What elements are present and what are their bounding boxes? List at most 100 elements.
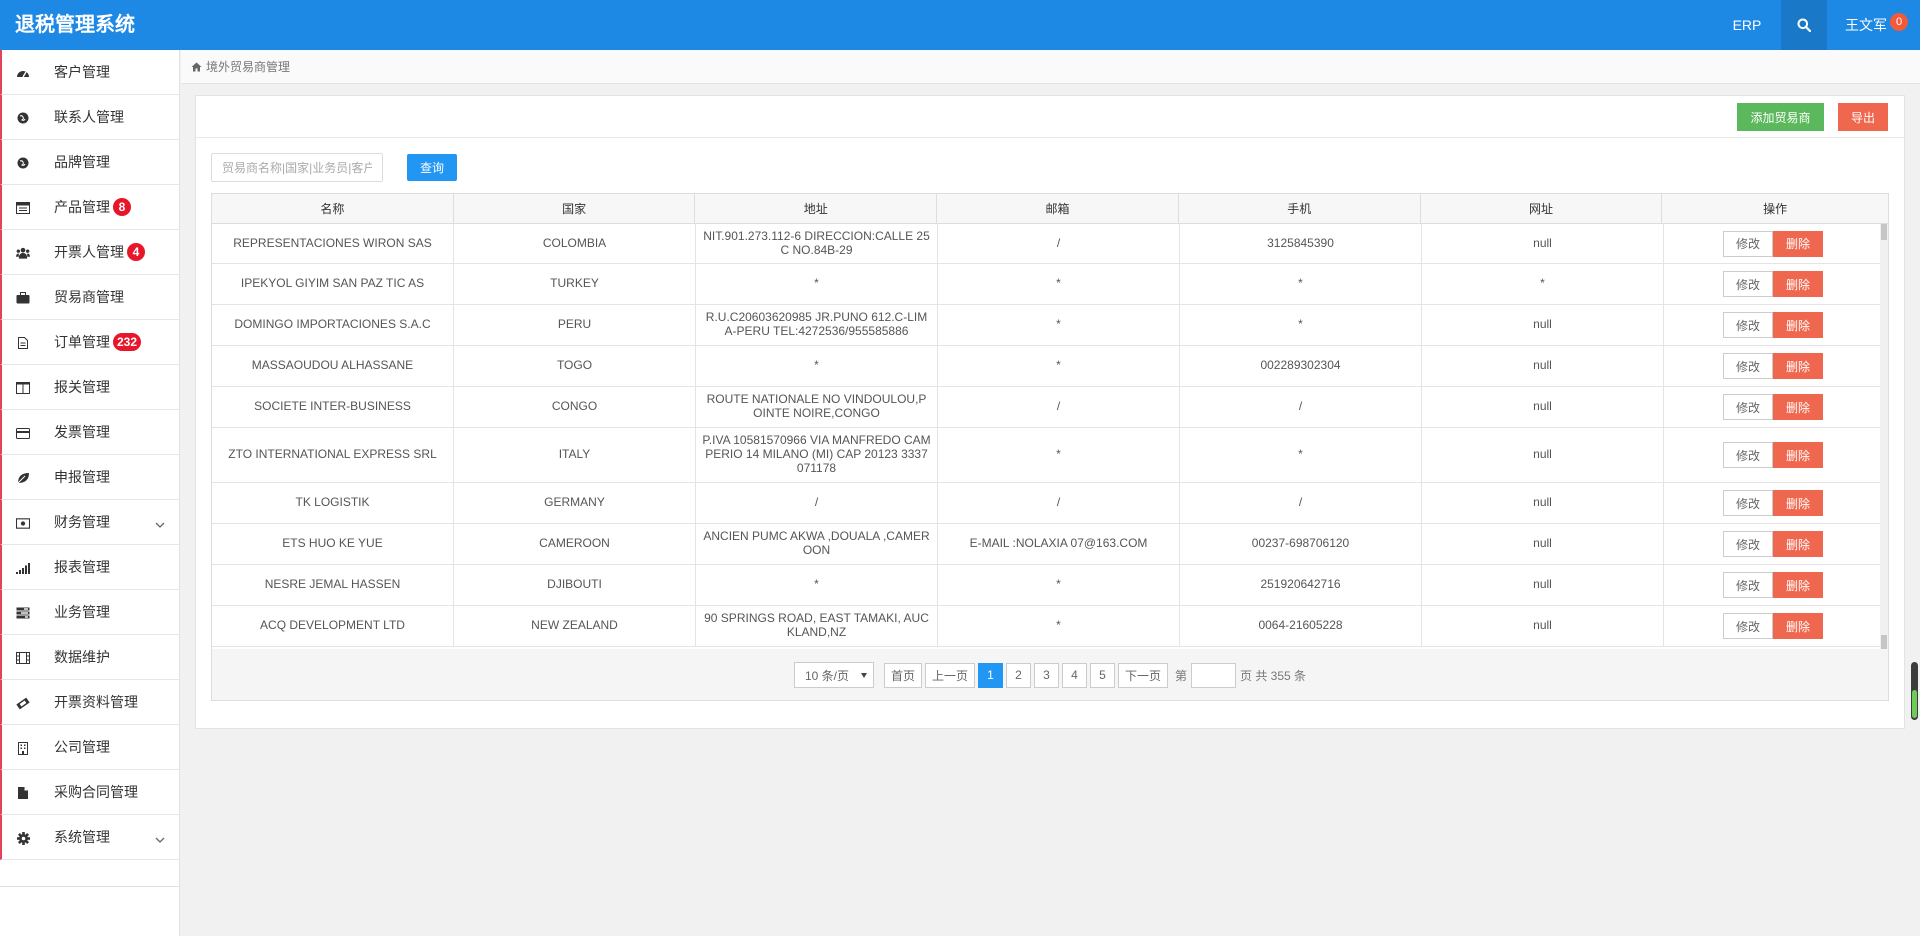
sidebar-item-label: 贸易商管理 bbox=[54, 289, 124, 305]
country-cell: ITALY bbox=[454, 428, 696, 482]
panel-header: 添加贸易商 导出 bbox=[196, 96, 1904, 138]
table-row: ETS HUO KE YUE CAMEROON ANCIEN PUMC AKWA ,… bbox=[212, 524, 1882, 565]
add-trader-button[interactable]: 添加贸易商 bbox=[1737, 103, 1824, 131]
sidebar-item-4[interactable]: 产品管理 8 bbox=[0, 185, 179, 230]
user-menu[interactable]: 王文军 0 bbox=[1827, 0, 1920, 50]
edit-button[interactable]: 修改 bbox=[1723, 442, 1773, 468]
file-icon bbox=[16, 336, 30, 350]
sidebar-item-1[interactable]: 客户管理 bbox=[0, 50, 179, 95]
page-size-select[interactable]: 10 条/页 bbox=[793, 662, 874, 688]
address-cell: * bbox=[696, 264, 938, 304]
leaf-icon bbox=[16, 471, 30, 485]
page-number-button[interactable]: 2 bbox=[1005, 662, 1031, 688]
edit-button[interactable]: 修改 bbox=[1723, 312, 1773, 338]
page-number-button[interactable]: 3 bbox=[1033, 662, 1059, 688]
delete-button[interactable]: 删除 bbox=[1773, 271, 1823, 297]
search-input[interactable] bbox=[211, 153, 383, 182]
email-cell: / bbox=[938, 483, 1180, 523]
search-button[interactable] bbox=[1781, 0, 1827, 50]
column-header: 国家 bbox=[454, 194, 696, 224]
sidebar-item-2[interactable]: 联系人管理 bbox=[0, 95, 179, 140]
next-page-button[interactable]: 下一页 bbox=[1117, 662, 1168, 688]
page-number-button[interactable]: 4 bbox=[1061, 662, 1087, 688]
trader-name-cell: IPEKYOL GIYIM SAN PAZ TIC AS bbox=[212, 264, 454, 304]
delete-button[interactable]: 删除 bbox=[1773, 312, 1823, 338]
prev-page-button[interactable]: 上一页 bbox=[924, 662, 975, 688]
sidebar-item-label: 产品管理 8 bbox=[54, 197, 131, 217]
actions-cell: 修改 删除 bbox=[1664, 428, 1882, 482]
sidebar-menu: 客户管理 联系人管理 品牌管理产品管理 8 开票人管理 4 贸易商管理订单管理 232 报关管理… bbox=[0, 50, 179, 860]
phone-cell: * bbox=[1180, 428, 1422, 482]
address-cell: * bbox=[696, 346, 938, 386]
sidebar-item-12[interactable]: 报表管理 bbox=[0, 545, 179, 590]
sidebar-item-11[interactable]: 财务管理 bbox=[0, 500, 179, 545]
table-row: TK LOGISTIK GERMANY / / / null 修改 删除 bbox=[212, 483, 1882, 524]
sidebar-item-18[interactable]: 系统管理 bbox=[0, 815, 179, 860]
erp-link[interactable]: ERP bbox=[1713, 0, 1781, 50]
sidebar-item-label: 报关管理 bbox=[54, 379, 110, 395]
sidebar-item-14[interactable]: 数据维护 bbox=[0, 635, 179, 680]
edit-button[interactable]: 修改 bbox=[1723, 613, 1773, 639]
export-button[interactable]: 导出 bbox=[1838, 103, 1888, 131]
delete-button[interactable]: 删除 bbox=[1773, 572, 1823, 598]
first-page-button[interactable]: 首页 bbox=[883, 662, 922, 688]
sidebar-item-13[interactable]: 业务管理 bbox=[0, 590, 179, 635]
search-icon bbox=[1797, 18, 1811, 32]
address-cell: 90 SPRINGS ROAD, EAST TAMAKI, AUCKLAND,N… bbox=[696, 606, 938, 646]
sidebar-item-label: 开票资料管理 bbox=[54, 694, 138, 710]
sidebar-item-label: 系统管理 bbox=[54, 829, 110, 845]
page-number-button[interactable]: 5 bbox=[1089, 662, 1115, 688]
edit-button[interactable]: 修改 bbox=[1723, 230, 1773, 257]
country-cell: NEW ZEALAND bbox=[454, 606, 696, 646]
breadcrumb: 境外贸易商管理 bbox=[181, 50, 1920, 84]
sidebar-item-7[interactable]: 订单管理 232 bbox=[0, 320, 179, 365]
menu-count-badge: 8 bbox=[113, 198, 131, 216]
edit-button[interactable]: 修改 bbox=[1723, 353, 1773, 379]
page-number-button[interactable]: 1 bbox=[977, 662, 1003, 688]
table-header: 名称 国家 地址 邮箱 手机 网址 操作 bbox=[212, 194, 1888, 224]
address-cell: P.IVA 10581570966 VIA MANFREDO CAMPERIO … bbox=[696, 428, 938, 482]
delete-button[interactable]: 删除 bbox=[1773, 394, 1823, 420]
edit-button[interactable]: 修改 bbox=[1723, 490, 1773, 516]
delete-button[interactable]: 删除 bbox=[1773, 230, 1823, 257]
edit-button[interactable]: 修改 bbox=[1723, 572, 1773, 598]
sidebar-item-label: 财务管理 bbox=[54, 514, 110, 530]
query-button[interactable]: 查询 bbox=[407, 154, 457, 181]
delete-button[interactable]: 删除 bbox=[1773, 490, 1823, 516]
sidebar-item-3[interactable]: 品牌管理 bbox=[0, 140, 179, 185]
website-cell: null bbox=[1422, 305, 1664, 345]
table-row: ZTO INTERNATIONAL EXPRESS SRL ITALY P.IVA … bbox=[212, 428, 1882, 483]
website-cell: null bbox=[1422, 387, 1664, 427]
actions-cell: 修改 删除 bbox=[1664, 483, 1882, 523]
sidebar-item-15[interactable]: 开票资料管理 bbox=[0, 680, 179, 725]
edit-button[interactable]: 修改 bbox=[1723, 271, 1773, 297]
sidebar-item-17[interactable]: 采购合同管理 bbox=[0, 770, 179, 815]
sidebar-item-10[interactable]: 申报管理 bbox=[0, 455, 179, 500]
edit-button[interactable]: 修改 bbox=[1723, 394, 1773, 420]
page-jump-input[interactable] bbox=[1191, 662, 1237, 688]
delete-button[interactable]: 删除 bbox=[1773, 613, 1823, 639]
column-header: 手机 bbox=[1179, 194, 1421, 224]
dashboard-icon bbox=[16, 66, 30, 80]
sidebar: 客户管理 联系人管理 品牌管理产品管理 8 开票人管理 4 贸易商管理订单管理 232 报关管理… bbox=[0, 50, 180, 936]
table-scrollbar[interactable] bbox=[1880, 224, 1888, 649]
ticket-icon bbox=[16, 696, 30, 710]
sidebar-item-9[interactable]: 发票管理 bbox=[0, 410, 179, 455]
delete-button[interactable]: 删除 bbox=[1773, 531, 1823, 557]
edit-button[interactable]: 修改 bbox=[1723, 531, 1773, 557]
table-row: ACQ DEVELOPMENT LTD NEW ZEALAND 90 SPRINGS… bbox=[212, 606, 1882, 647]
users-icon bbox=[16, 246, 30, 260]
page-scrollbar-thumb[interactable] bbox=[1912, 690, 1917, 718]
signal-icon bbox=[16, 561, 30, 575]
breadcrumb-current[interactable]: 境外贸易商管理 bbox=[206, 58, 290, 75]
address-cell: ROUTE NATIONALE NO VINDOULOU,POINTE NOIR… bbox=[696, 387, 938, 427]
sidebar-item-6[interactable]: 贸易商管理 bbox=[0, 275, 179, 320]
delete-button[interactable]: 删除 bbox=[1773, 442, 1823, 468]
trader-name-cell: ACQ DEVELOPMENT LTD bbox=[212, 606, 454, 646]
sidebar-item-label: 申报管理 bbox=[54, 469, 110, 485]
sidebar-item-16[interactable]: 公司管理 bbox=[0, 725, 179, 770]
delete-button[interactable]: 删除 bbox=[1773, 353, 1823, 379]
sidebar-item-5[interactable]: 开票人管理 4 bbox=[0, 230, 179, 275]
sidebar-item-8[interactable]: 报关管理 bbox=[0, 365, 179, 410]
table-scrollbar-thumb[interactable] bbox=[1881, 224, 1887, 240]
